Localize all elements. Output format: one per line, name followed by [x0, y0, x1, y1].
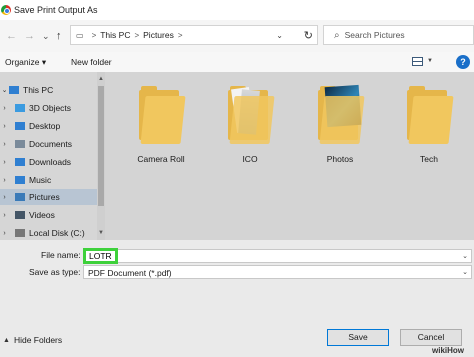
window-title: Save Print Output As — [14, 5, 98, 15]
pc-icon: ▭ — [76, 30, 84, 40]
scroll-down-icon[interactable]: ▼ — [98, 230, 104, 236]
up-arrow-icon[interactable]: ↑ — [56, 30, 62, 42]
expand-chevron-icon[interactable]: › — [0, 212, 9, 219]
chevron-up-icon: ▲ — [3, 336, 10, 344]
cube-icon — [15, 104, 25, 112]
expand-chevron-icon[interactable]: › — [0, 141, 9, 148]
new-folder-button[interactable]: New folder — [71, 57, 112, 67]
title-bar: Save Print Output As — [0, 0, 474, 20]
folder-front — [140, 96, 186, 144]
cancel-button[interactable]: Cancel — [400, 329, 462, 346]
folder-item-tech[interactable]: Tech — [389, 72, 469, 172]
sidebar-scrollbar[interactable]: ▲ ▼ — [97, 72, 105, 240]
folder-front — [408, 96, 454, 144]
folder-label: Tech — [420, 154, 438, 164]
folder-item-photos[interactable]: Photos — [300, 72, 380, 172]
sidebar-item-this-pc[interactable]: ⌄ This PC — [0, 82, 97, 98]
folder-label: Camera Roll — [137, 154, 185, 164]
save-as-type-dropdown-icon[interactable]: ⌄ — [462, 268, 468, 276]
change-view-icon[interactable] — [412, 57, 423, 66]
pictures-icon — [15, 193, 25, 201]
refresh-icon[interactable]: ↻ — [304, 29, 313, 42]
search-icon: ⌕ — [334, 29, 340, 41]
folder-front — [229, 96, 275, 144]
hide-folders-button[interactable]: ▲ Hide Folders — [0, 335, 62, 345]
file-list: Camera Roll ICO Photos Tech — [105, 72, 474, 240]
computer-icon — [9, 86, 19, 94]
scrollbar-thumb[interactable] — [98, 86, 104, 206]
collapse-chevron-icon[interactable]: ⌄ — [0, 86, 9, 94]
sidebar-item-downloads[interactable]: › Downloads — [0, 154, 97, 170]
address-bar[interactable]: ▭ > This PC > Pictures > ⌄ ↻ — [70, 25, 318, 45]
save-as-type-label: Save as type: — [29, 267, 81, 277]
view-dropdown-icon[interactable]: ▼ — [427, 58, 433, 64]
desktop-icon — [15, 122, 25, 130]
expand-chevron-icon[interactable]: › — [0, 105, 9, 112]
expand-chevron-icon[interactable]: › — [0, 194, 9, 201]
expand-chevron-icon[interactable]: › — [0, 177, 9, 184]
sidebar-item-pictures[interactable]: › Pictures — [0, 189, 97, 205]
folder-item-camera-roll[interactable]: Camera Roll — [121, 72, 201, 172]
search-placeholder: Search Pictures — [344, 30, 405, 40]
save-as-type-select[interactable]: PDF Document (*.pdf) ⌄ — [83, 265, 472, 279]
navigation-pane: ⌄ This PC › 3D Objects › Desktop › Docum… — [0, 72, 105, 240]
expand-chevron-icon[interactable]: › — [0, 230, 9, 237]
file-name-field[interactable]: LOTR ⌄ — [83, 248, 472, 264]
help-icon[interactable]: ? — [456, 55, 470, 69]
save-options-panel: File name: LOTR ⌄ Save as type: PDF Docu… — [0, 240, 474, 357]
file-name-dropdown-icon[interactable]: ⌄ — [462, 252, 468, 260]
save-button[interactable]: Save — [327, 329, 389, 346]
breadcrumb-separator: > — [91, 30, 97, 40]
command-bar: Organize ▾ New folder ▼ ? — [0, 52, 474, 72]
sidebar-item-label: Pictures — [29, 192, 60, 202]
download-icon — [15, 158, 25, 166]
search-box[interactable]: ⌕ Search Pictures — [323, 25, 474, 45]
sidebar-item-music[interactable]: › Music — [0, 172, 97, 188]
organize-button[interactable]: Organize ▾ — [5, 57, 46, 68]
forward-arrow-icon[interactable]: → — [24, 30, 35, 42]
sidebar-item-label: Local Disk (C:) — [29, 228, 85, 238]
sidebar-item-label: Documents — [29, 139, 72, 149]
watermark: wikiHow — [432, 346, 465, 355]
folder-item-ico[interactable]: ICO — [210, 72, 290, 172]
sidebar-item-label: This PC — [23, 85, 54, 95]
folder-label: Photos — [326, 154, 354, 164]
music-icon — [15, 176, 25, 184]
breadcrumb-separator: > — [134, 30, 140, 40]
sidebar-item-videos[interactable]: › Videos — [0, 207, 97, 223]
sidebar-item-label: Music — [29, 175, 52, 185]
scroll-up-icon[interactable]: ▲ — [98, 76, 104, 82]
back-arrow-icon[interactable]: ← — [6, 30, 17, 42]
sidebar-item-label: Videos — [29, 210, 55, 220]
breadcrumb-this-pc[interactable]: This PC — [100, 30, 130, 40]
sidebar-item-label: Desktop — [29, 121, 61, 131]
recent-locations-icon[interactable]: ⌄ — [42, 30, 50, 42]
sidebar-item-label: 3D Objects — [29, 103, 72, 113]
documents-icon — [15, 140, 25, 148]
save-as-type-value: PDF Document (*.pdf) — [88, 268, 172, 278]
folder-front — [319, 96, 365, 144]
app-icon — [1, 5, 11, 15]
expand-chevron-icon[interactable]: › — [0, 159, 9, 166]
address-dropdown-icon[interactable]: ⌄ — [276, 31, 283, 40]
breadcrumb-pictures[interactable]: Pictures — [143, 30, 174, 40]
breadcrumb-separator: > — [177, 30, 183, 40]
sidebar-item-label: Downloads — [29, 157, 72, 167]
disk-icon — [15, 229, 25, 237]
file-name-label: File name: — [41, 250, 81, 260]
expand-chevron-icon[interactable]: › — [0, 123, 9, 130]
sidebar-item-desktop[interactable]: › Desktop — [0, 118, 97, 134]
hide-folders-label: Hide Folders — [13, 335, 63, 345]
sidebar-item-documents[interactable]: › Documents — [0, 136, 97, 152]
folder-label: ICO — [242, 154, 258, 164]
sidebar-item-3d-objects[interactable]: › 3D Objects — [0, 100, 97, 116]
file-name-value[interactable]: LOTR — [83, 248, 118, 264]
sidebar-item-local-disk[interactable]: › Local Disk (C:) — [0, 225, 97, 240]
videos-icon — [15, 211, 25, 219]
